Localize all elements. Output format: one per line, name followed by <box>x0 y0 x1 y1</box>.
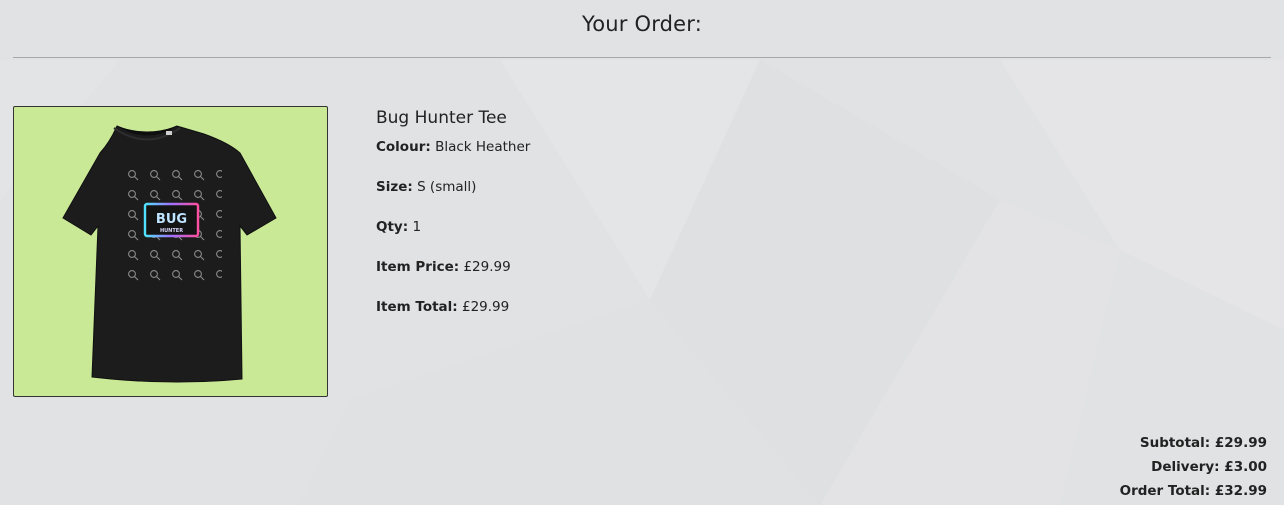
detail-value: 1 <box>412 219 422 235</box>
product-name: Bug Hunter Tee <box>376 108 507 128</box>
detail-label: Qty: <box>376 219 409 235</box>
detail-label: Colour: <box>376 139 431 155</box>
detail-value: £29.99 <box>463 259 511 275</box>
tshirt-image: BUG HUNTER <box>62 125 277 383</box>
tshirt-print-sub: HUNTER <box>160 228 183 234</box>
order-total-row: Order Total: £32.99 <box>1120 479 1267 503</box>
tshirt-print-main: BUG <box>156 212 187 227</box>
detail-item-total: Item Total: £29.99 <box>376 298 530 338</box>
detail-colour: Colour: Black Heather <box>376 138 530 178</box>
detail-value: Black Heather <box>435 139 531 155</box>
order-total-label: Order Total: <box>1119 483 1211 499</box>
detail-qty: Qty: 1 <box>376 218 530 258</box>
delivery-value: £3.00 <box>1224 459 1267 475</box>
detail-label: Item Total: <box>376 299 458 315</box>
detail-label: Item Price: <box>376 259 460 275</box>
delivery-row: Delivery: £3.00 <box>1120 455 1267 479</box>
detail-label: Size: <box>376 179 413 195</box>
detail-size: Size: S (small) <box>376 178 530 218</box>
product-image[interactable]: BUG HUNTER <box>13 106 328 397</box>
divider <box>13 57 1271 58</box>
item-details: Bug Hunter Tee Colour: Black Heather Siz… <box>376 108 530 338</box>
detail-value: £29.99 <box>461 299 510 315</box>
delivery-label: Delivery: <box>1151 459 1220 475</box>
subtotal-value: £29.99 <box>1214 435 1267 451</box>
subtotal-label: Subtotal: <box>1139 435 1211 451</box>
detail-value: S (small) <box>417 179 477 195</box>
order-total-value: £32.99 <box>1214 483 1267 499</box>
detail-item-price: Item Price: £29.99 <box>376 258 530 298</box>
order-totals: Subtotal: £29.99 Delivery: £3.00 Order T… <box>1120 431 1267 503</box>
page-title: Your Order: <box>581 12 703 36</box>
subtotal-row: Subtotal: £29.99 <box>1120 431 1267 455</box>
